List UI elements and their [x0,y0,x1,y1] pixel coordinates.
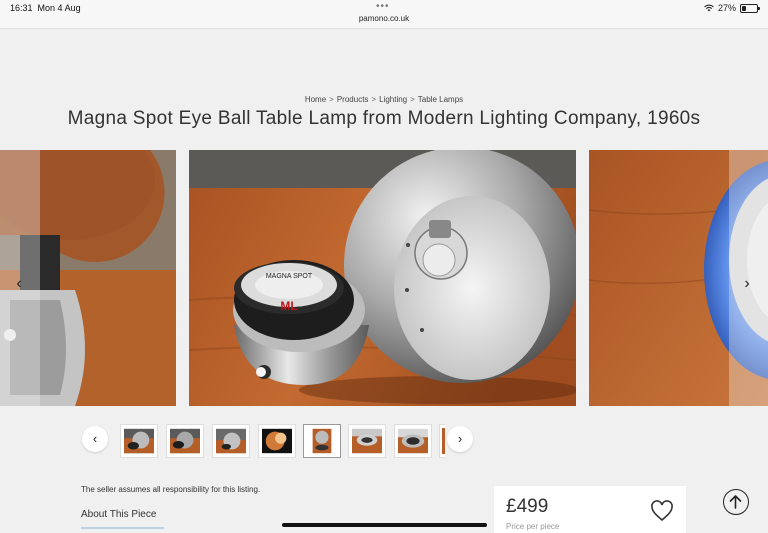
chevron-left-icon: ‹ [92,431,98,446]
thumbnails-prev-button[interactable]: ‹ [82,426,108,452]
breadcrumb-separator: > [410,95,415,104]
breadcrumb-home[interactable]: Home [305,95,326,104]
gallery-slide-previous[interactable] [0,150,176,406]
breadcrumb-separator: > [371,95,377,104]
multitasking-dots-icon[interactable]: ••• [376,1,390,12]
breadcrumb-table-lamps[interactable]: Table Lamps [418,95,463,104]
gallery-prev-button[interactable]: ‹ [12,274,26,294]
status-indicators: 27% [704,3,760,13]
battery-percent: 27% [717,3,736,13]
thumbnail-2[interactable] [166,424,204,458]
thumbnail-4[interactable] [258,424,296,458]
gallery-slide-current[interactable]: ML MAGNA SPOT [189,150,576,406]
breadcrumb-lighting[interactable]: Lighting [379,95,407,104]
thumbnail-6[interactable] [348,424,386,458]
price-card: £499 Price per piece [494,486,686,533]
thumbnail-7[interactable] [394,424,432,458]
breadcrumb: Home > Products > Lighting > Table Lamps [0,95,768,104]
seller-responsibility-note: The seller assumes all responsibility fo… [81,485,261,494]
breadcrumb-products[interactable]: Products [337,95,369,104]
thumbnail-3[interactable] [212,424,250,458]
tab-active-indicator [81,527,164,529]
thumbnails-next-button[interactable]: › [447,426,473,452]
price-caption: Price per piece [506,522,560,531]
chevron-right-icon: › [457,431,463,446]
battery-icon [740,3,760,13]
lamp-brand-mark: ML [280,299,297,313]
arrow-up-icon [729,495,742,509]
address-bar-url[interactable]: pamono.co.uk [0,14,768,23]
lamp-brand-label: MAGNA SPOT [266,273,313,280]
heart-icon[interactable] [650,500,674,522]
gallery-next-button[interactable]: › [740,274,754,294]
chevron-left-icon: ‹ [16,275,22,292]
home-indicator[interactable] [282,523,487,527]
tab-about-this-piece[interactable]: About This Piece [81,509,156,520]
price-value: £499 [506,496,549,517]
page-title: Magna Spot Eye Ball Table Lamp from Mode… [67,108,701,129]
wifi-icon [704,4,714,12]
status-time: 16:31 Mon 4 Aug [10,3,81,13]
breadcrumb-separator: > [329,95,334,104]
thumbnail-5-selected[interactable] [303,424,341,458]
thumbnail-8-partial[interactable] [439,424,445,458]
product-photo-main: ML MAGNA SPOT [189,150,576,406]
scroll-to-top-button[interactable] [723,489,749,515]
thumbnail-1[interactable] [120,424,158,458]
chevron-right-icon: › [744,275,750,292]
status-bar: 16:31 Mon 4 Aug ••• pamono.co.uk 27% [0,0,768,29]
image-gallery: ML MAGNA SPOT [0,150,768,406]
